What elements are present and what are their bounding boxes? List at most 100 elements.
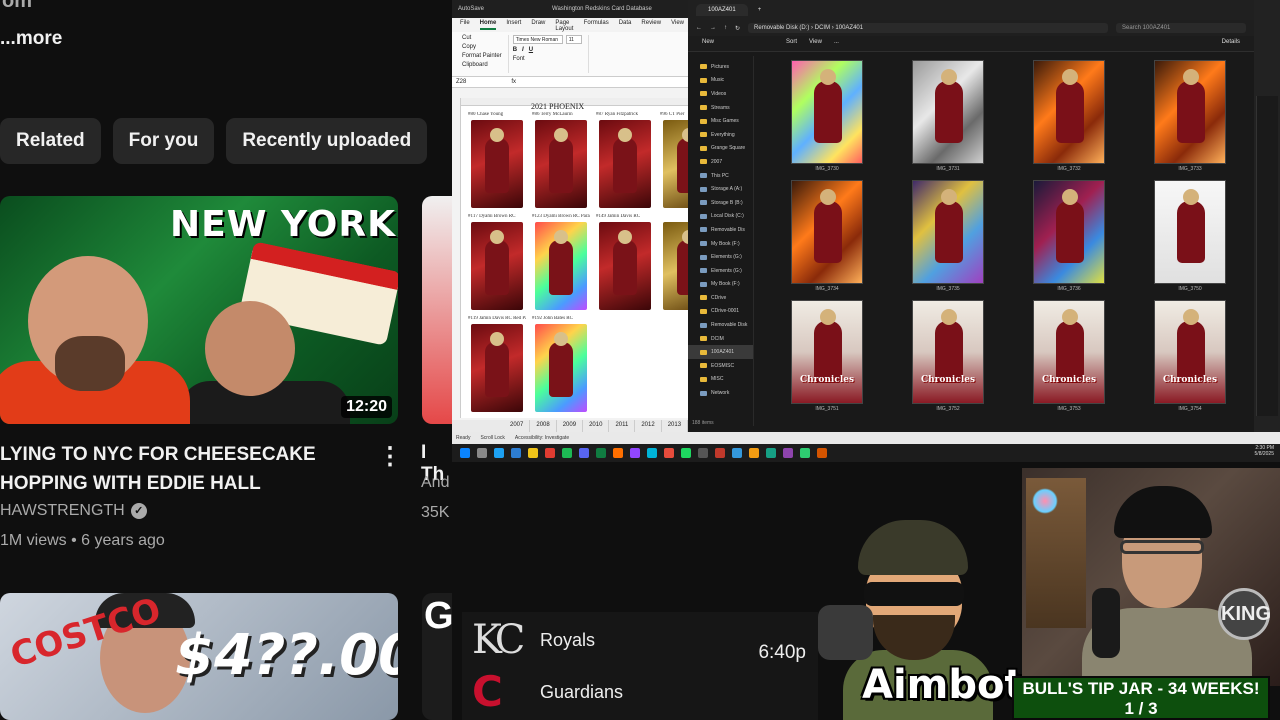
nav-item[interactable]: 2007 [688, 155, 753, 169]
new-tab-icon[interactable]: + [758, 7, 762, 13]
ribbon-tab-data[interactable]: Data [619, 20, 632, 30]
view-button[interactable]: View [809, 39, 822, 48]
file-item[interactable]: Chronicles IMG_3754 [1135, 300, 1245, 412]
ribbon-tab-draw[interactable]: Draw [531, 20, 545, 30]
sheet-tab[interactable]: 2012 [635, 420, 662, 432]
app-icon[interactable] [596, 448, 606, 458]
card-cell[interactable]: #117 Dyami Brown RC [468, 214, 525, 310]
ribbon-tab-home[interactable]: Home [479, 20, 497, 30]
card-cell[interactable]: #80 Chase Young [468, 112, 525, 208]
file-item[interactable]: IMG_3733 [1135, 60, 1245, 172]
sheet-tab[interactable]: 2010 [583, 420, 610, 432]
ribbon-tab-formulas[interactable]: Formulas [584, 20, 609, 30]
breadcrumb-item[interactable]: Removable Disk (D:) [754, 25, 809, 31]
nav-item[interactable]: DCIM [688, 332, 753, 346]
app-icon[interactable] [749, 448, 759, 458]
back-icon[interactable]: ← [696, 25, 702, 31]
ribbon-tab-view[interactable]: View [671, 20, 684, 30]
app-icon[interactable] [562, 448, 572, 458]
channel-name[interactable]: HAWSTRENGTH [0, 502, 125, 520]
app-icon[interactable] [647, 448, 657, 458]
nav-item[interactable]: Music [688, 74, 753, 88]
up-icon[interactable]: ↑ [724, 25, 727, 31]
nav-item[interactable]: Elements (G:) [688, 250, 753, 264]
nav-item[interactable]: Network [688, 386, 753, 400]
app-icon[interactable] [528, 448, 538, 458]
nav-item[interactable]: Grange Square [688, 142, 753, 156]
chip-recently-uploaded[interactable]: Recently uploaded [226, 118, 428, 164]
nav-item[interactable]: This PC [688, 169, 753, 183]
more-button[interactable]: ... [834, 39, 839, 48]
app-icon[interactable] [664, 448, 674, 458]
nav-item[interactable]: My Book (F:) [688, 278, 753, 292]
app-icon[interactable] [630, 448, 640, 458]
more-options-icon[interactable]: ⋮ [378, 442, 402, 471]
new-button[interactable]: New [702, 39, 714, 48]
system-clock[interactable]: 2:30 PM 5/8/2025 [1255, 445, 1274, 457]
nav-item[interactable]: Elements (G:) [688, 264, 753, 278]
spreadsheet-grid[interactable]: 2021 PHOENIX #80 Chase Young #86 Terry Mc… [460, 98, 692, 418]
underline-button[interactable]: U [529, 47, 533, 53]
app-icon[interactable] [698, 448, 708, 458]
nav-item[interactable]: Streams [688, 101, 753, 115]
app-icon[interactable] [511, 448, 521, 458]
file-item[interactable]: IMG_3736 [1014, 180, 1124, 292]
nav-item[interactable]: 100AZ401 [688, 345, 753, 360]
card-cell[interactable]: #86 Terry McLaurin [532, 112, 589, 208]
nav-item[interactable]: Local Disk (C:) [688, 210, 753, 224]
nav-item[interactable]: Everything [688, 128, 753, 142]
nav-item[interactable]: Misc Games [688, 114, 753, 128]
nav-item[interactable]: My Book (F:) [688, 237, 753, 251]
card-cell[interactable]: #119 Jamin Davis RC Red Parallel [468, 316, 526, 412]
breadcrumb-item[interactable]: 100AZ401 [835, 25, 863, 31]
ribbon-tab-review[interactable]: Review [641, 20, 661, 30]
app-icon[interactable] [783, 448, 793, 458]
nav-item[interactable]: MISC [688, 373, 753, 387]
file-item[interactable]: IMG_3731 [893, 60, 1003, 172]
sheet-tab[interactable]: 2008 [530, 420, 557, 432]
breadcrumb-item[interactable]: DCIM [815, 25, 830, 31]
video-thumbnail[interactable]: COSTCO $4??.00 [0, 593, 398, 720]
nav-item[interactable]: Storage B (B:) [688, 196, 753, 210]
italic-button[interactable]: I [522, 47, 524, 53]
card-cell[interactable]: #149 Jamin Davis RC [596, 214, 653, 310]
sheet-tab[interactable]: 2007 [504, 420, 531, 432]
file-item[interactable]: IMG_3750 [1135, 180, 1245, 292]
sheet-tab[interactable]: 2013 [662, 420, 689, 432]
sheet-tab[interactable]: 2009 [557, 420, 584, 432]
address-bar[interactable]: Removable Disk (D:) › DCIM › 100AZ401 [748, 23, 1108, 33]
app-icon[interactable] [681, 448, 691, 458]
video-thumbnail[interactable]: G [422, 593, 452, 720]
app-icon[interactable] [715, 448, 725, 458]
forward-icon[interactable]: → [710, 25, 716, 31]
refresh-icon[interactable]: ↻ [735, 25, 740, 32]
channel-link-partial[interactable]: om [2, 0, 32, 13]
details-button[interactable]: Details [1222, 39, 1240, 48]
file-item[interactable]: Chronicles IMG_3751 [772, 300, 882, 412]
file-item[interactable]: Chronicles IMG_3753 [1014, 300, 1124, 412]
app-icon[interactable] [613, 448, 623, 458]
nav-item[interactable]: Removable Dis [688, 223, 753, 237]
app-icon[interactable] [579, 448, 589, 458]
video-thumbnail[interactable]: NEW YORK 12:20 [0, 196, 398, 424]
nav-item[interactable]: EOSMISC [688, 359, 753, 373]
app-icon[interactable] [494, 448, 504, 458]
app-icon[interactable] [817, 448, 827, 458]
file-item[interactable]: IMG_3732 [1014, 60, 1124, 172]
nav-item[interactable]: Storage A (A:) [688, 182, 753, 196]
card-cell[interactable]: #123 Dyami Brown RC Parallel [532, 214, 590, 310]
file-item[interactable]: IMG_3730 [772, 60, 882, 172]
channel-name[interactable]: And [421, 474, 449, 492]
app-icon[interactable] [766, 448, 776, 458]
nav-item[interactable]: CDrive-0001 [688, 305, 753, 319]
bold-button[interactable]: B [513, 47, 517, 53]
sort-button[interactable]: Sort [786, 39, 797, 48]
copy-button[interactable]: Copy [462, 44, 502, 50]
status-accessibility[interactable]: Accessibility: Investigate [515, 435, 569, 441]
nav-item[interactable]: CDrive [688, 291, 753, 305]
app-icon[interactable] [545, 448, 555, 458]
nav-item[interactable]: Videos [688, 87, 753, 101]
search-icon[interactable] [477, 448, 487, 458]
ribbon-tab-page-layout[interactable]: Page Layout [555, 20, 573, 32]
more-link[interactable]: ...more [0, 28, 62, 50]
